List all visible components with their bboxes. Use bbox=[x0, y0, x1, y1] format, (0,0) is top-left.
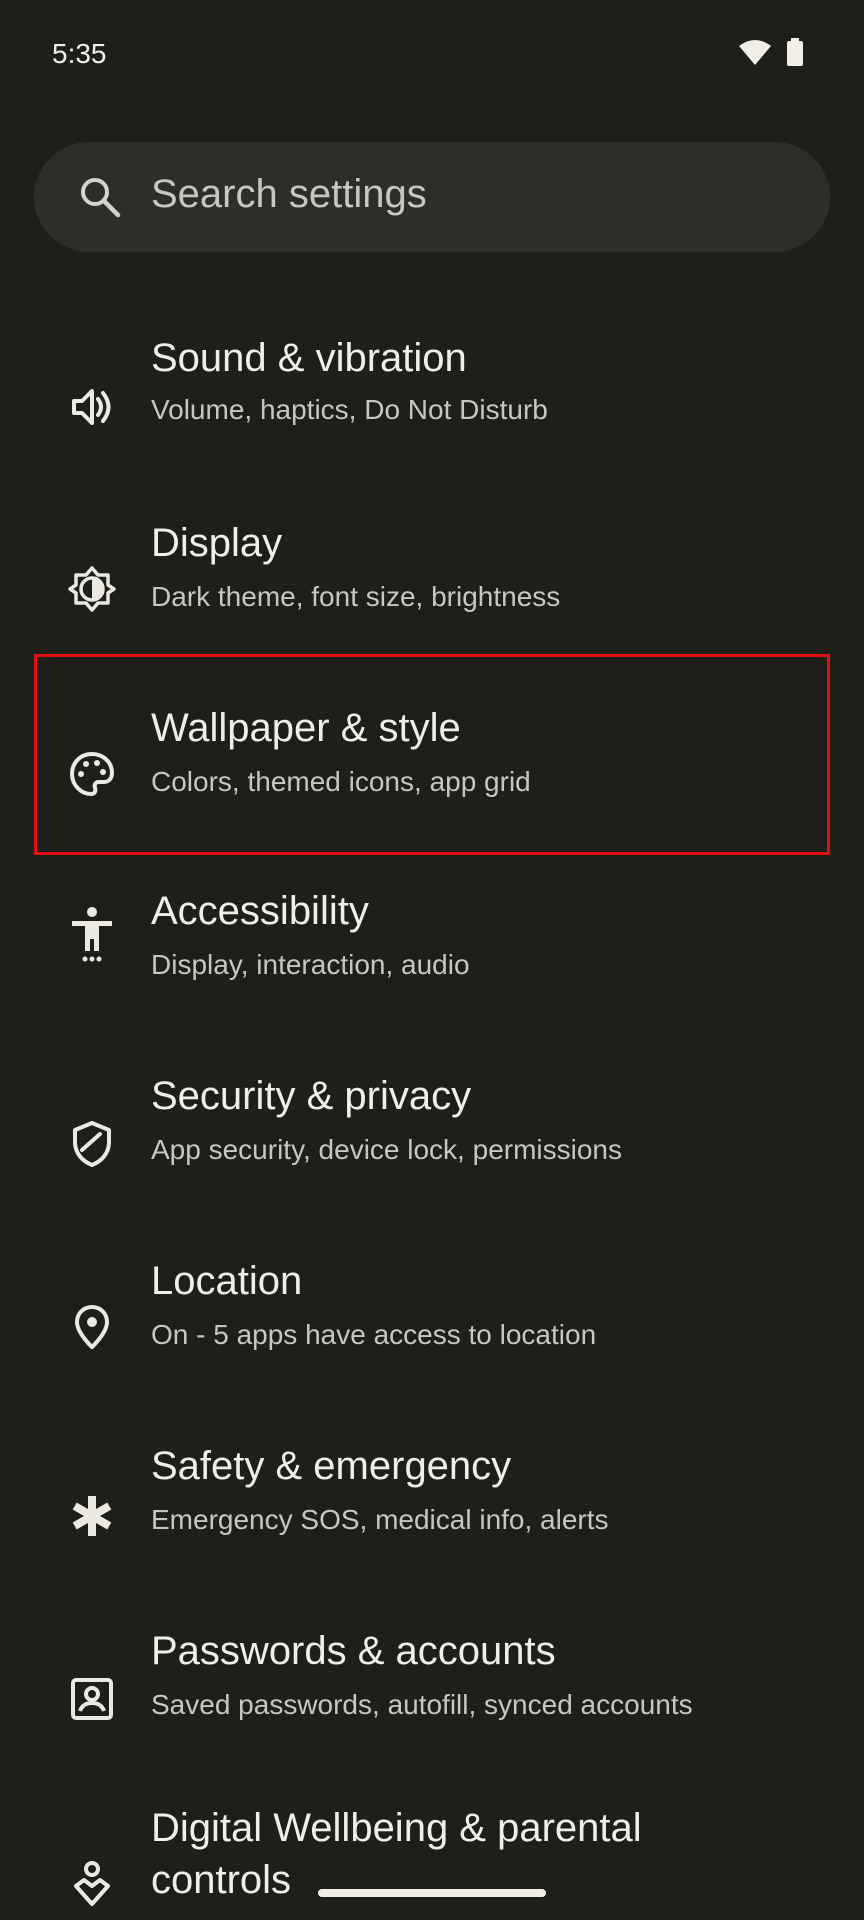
accessibility-icon bbox=[72, 907, 112, 962]
home-indicator[interactable] bbox=[318, 1889, 546, 1897]
shield-icon bbox=[73, 1121, 111, 1167]
settings-item-passwords[interactable]: Passwords & accounts Saved passwords, au… bbox=[34, 1585, 830, 1770]
settings-item-display[interactable]: Display Dark theme, font size, brightnes… bbox=[34, 475, 830, 660]
volume-icon bbox=[72, 389, 111, 425]
highlight-box bbox=[34, 654, 830, 855]
settings-item-sound[interactable]: Sound & vibration Volume, haptics, Do No… bbox=[34, 290, 830, 475]
settings-item-subtitle: Display, interaction, audio bbox=[151, 949, 470, 980]
settings-item-title: Safety & emergency bbox=[151, 1444, 512, 1488]
settings-item-title: Accessibility bbox=[151, 889, 369, 933]
settings-item-security[interactable]: Security & privacy App security, device … bbox=[34, 1030, 830, 1215]
status-bar: 5:35 bbox=[0, 0, 864, 110]
search-input[interactable]: Search settings bbox=[151, 172, 427, 217]
settings-item-location[interactable]: Location On - 5 apps have access to loca… bbox=[34, 1215, 830, 1400]
status-icons bbox=[738, 38, 804, 66]
location-pin-icon bbox=[75, 1305, 109, 1349]
settings-item-title: Security & privacy bbox=[151, 1074, 472, 1118]
settings-item-title: Passwords & accounts bbox=[151, 1629, 556, 1673]
settings-item-subtitle: Dark theme, font size, brightness bbox=[151, 581, 561, 612]
settings-item-title: Digital Wellbeing & parental bbox=[151, 1806, 642, 1850]
settings-item-title-line2: controls bbox=[151, 1858, 292, 1902]
wellbeing-icon bbox=[74, 1861, 110, 1906]
status-time: 5:35 bbox=[52, 38, 107, 69]
settings-item-subtitle: Emergency SOS, medical info, alerts bbox=[151, 1504, 609, 1535]
brightness-icon bbox=[68, 566, 116, 612]
settings-item-safety[interactable]: Safety & emergency Emergency SOS, medica… bbox=[34, 1400, 830, 1585]
settings-item-subtitle: On - 5 apps have access to location bbox=[151, 1319, 597, 1350]
settings-item-title: Location bbox=[151, 1259, 303, 1303]
settings-item-title: Display bbox=[151, 521, 283, 565]
settings-item-wellbeing[interactable]: Digital Wellbeing & parental controls bbox=[34, 1770, 830, 1920]
wifi-icon bbox=[739, 40, 771, 65]
account-box-icon bbox=[71, 1678, 113, 1720]
settings-item-subtitle: Saved passwords, autofill, synced accoun… bbox=[151, 1689, 693, 1720]
asterisk-icon bbox=[72, 1496, 112, 1536]
settings-item-subtitle: App security, device lock, permissions bbox=[151, 1134, 622, 1165]
settings-item-subtitle: Volume, haptics, Do Not Disturb bbox=[151, 394, 548, 425]
search-icon bbox=[81, 178, 121, 218]
battery-icon bbox=[787, 38, 803, 66]
settings-item-accessibility[interactable]: Accessibility Display, interaction, audi… bbox=[34, 845, 830, 1030]
settings-item-title: Sound & vibration bbox=[151, 336, 467, 380]
